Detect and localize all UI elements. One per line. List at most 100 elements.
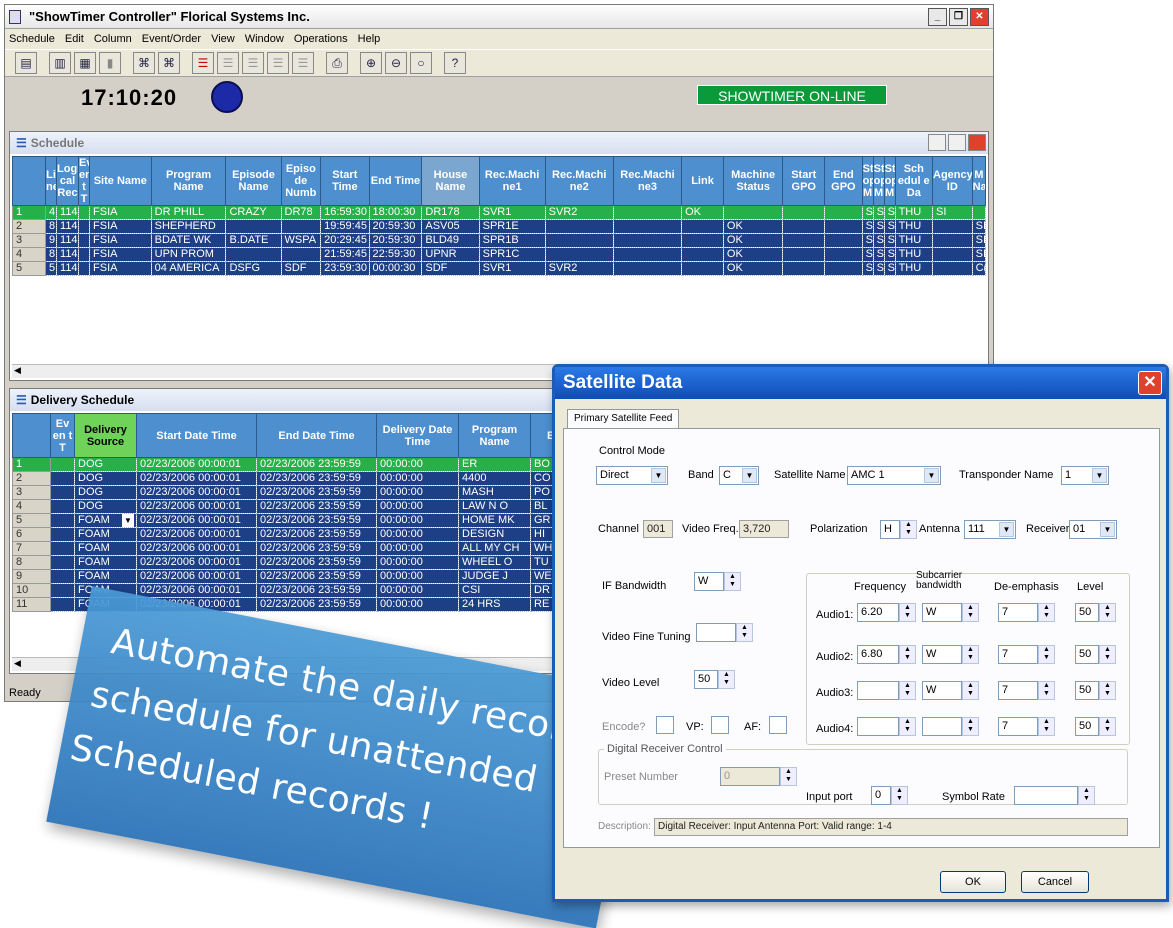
af-checkbox[interactable]	[769, 716, 787, 734]
cell-end-gpo[interactable]	[824, 219, 863, 234]
row-number[interactable]: 2	[11, 219, 47, 234]
col-header-line[interactable]: Li ne	[45, 156, 58, 206]
audio2-level-spinner[interactable]: ▲ ▼	[1099, 645, 1116, 664]
cell-end-gpo[interactable]	[824, 233, 863, 248]
ok-button[interactable]: OK	[940, 871, 1006, 893]
col-header-house-name[interactable]: House Name	[421, 156, 480, 206]
audio1-level-spinner[interactable]: ▲ ▼	[1099, 603, 1116, 622]
cell-start-date-time[interactable]: 02/23/2006 00:00:01	[136, 569, 257, 584]
cell-episode-number[interactable]: SDF	[280, 261, 322, 276]
cell-machine-status[interactable]	[722, 205, 784, 220]
cell-rec-machine3[interactable]	[612, 261, 683, 276]
cell-start-date-time[interactable]: 02/23/2006 00:00:01	[136, 513, 257, 528]
audio1-deemphasis-spinner[interactable]: ▲ ▼	[1038, 603, 1055, 622]
cell-start-date-time[interactable]: 02/23/2006 00:00:01	[136, 485, 257, 500]
cell-episode-name[interactable]	[225, 219, 282, 234]
cell-event-type[interactable]	[50, 513, 75, 528]
cell-event-type[interactable]	[78, 219, 91, 234]
cell-episode-name[interactable]: DSFG	[225, 261, 282, 276]
audio1-bandwidth-spinner[interactable]: ▲ ▼	[962, 603, 979, 622]
cell-event-type[interactable]	[78, 205, 91, 220]
open-icon[interactable]: ▤	[15, 52, 37, 74]
cell-delivery-source[interactable]: FOAM ▼	[74, 513, 137, 528]
cell-line[interactable]: 4	[45, 205, 58, 220]
cell-rec-machine3[interactable]	[612, 219, 683, 234]
audio4-frequency-spinner[interactable]: ▲ ▼	[899, 717, 916, 736]
receiver-select[interactable]: 01 ▼	[1069, 520, 1117, 539]
cell-logical-rec[interactable]: 114	[56, 233, 80, 248]
cell-m-name[interactable]: SI	[971, 219, 987, 234]
audio3-bandwidth-spinner[interactable]: ▲ ▼	[962, 681, 979, 700]
cell-episode-name[interactable]	[225, 247, 282, 262]
input-port-field[interactable]: 0	[871, 786, 891, 805]
cell-rec-machine1[interactable]: SVR1	[478, 205, 546, 220]
cell-episode-number[interactable]: DR78	[280, 205, 322, 220]
cell-stop-m3[interactable]: S	[883, 247, 896, 262]
cell-stop-m2[interactable]: S	[872, 247, 885, 262]
audio1-deemphasis[interactable]: 7	[998, 603, 1038, 622]
cell-link[interactable]: OK	[681, 205, 724, 220]
cell-delivery-date-time[interactable]: 00:00:00	[376, 527, 459, 542]
cell-end-date-time[interactable]: 02/23/2006 23:59:59	[256, 597, 377, 612]
cell-end-date-time[interactable]: 02/23/2006 23:59:59	[256, 513, 377, 528]
audio3-level[interactable]: 50	[1075, 681, 1099, 700]
cell-site-name[interactable]: FSIA	[89, 233, 152, 248]
cell-line[interactable]: 9	[45, 233, 58, 248]
cell-end-time[interactable]: 00:00:30	[368, 261, 423, 276]
polarization-spinner[interactable]: ▲ ▼	[900, 520, 917, 539]
cell-event-type[interactable]	[78, 247, 91, 262]
col-header-link[interactable]: Link	[681, 156, 724, 206]
cell-house-name[interactable]: ASV05	[421, 219, 480, 234]
cell-stop-m3[interactable]: S	[883, 205, 896, 220]
cell-site-name[interactable]: FSIA	[89, 261, 152, 276]
audio4-level-spinner[interactable]: ▲ ▼	[1099, 717, 1116, 736]
cell-stop-m1[interactable]: S	[861, 233, 874, 248]
cell-delivery-source[interactable]: FOAM	[74, 541, 137, 556]
menu-help[interactable]: Help	[358, 33, 381, 45]
col-header-m-name[interactable]: M Na	[971, 156, 987, 206]
video-level-field[interactable]: 50	[694, 670, 718, 689]
cell-episode-number[interactable]	[280, 247, 322, 262]
cell-agency-id[interactable]	[932, 247, 973, 262]
cell-program-name[interactable]: WHEEL O	[458, 555, 531, 570]
cell-end-gpo[interactable]	[824, 247, 863, 262]
edit-row-icon[interactable]: ☰	[217, 52, 239, 74]
cell-machine-status[interactable]: OK	[722, 247, 784, 262]
table-row[interactable]: 1 4 114 FSIA DR PHILL CRAZY DR78 16:59:30 18:00:…	[11, 205, 987, 220]
cell-rec-machine1[interactable]: SPR1C	[478, 247, 546, 262]
cell-rec-machine1[interactable]: SVR1	[478, 261, 546, 276]
col-header-rec-machine1[interactable]: Rec.Machi ne1	[478, 156, 546, 206]
cell-m-name[interactable]: SI	[971, 233, 987, 248]
menu-window[interactable]: Window	[245, 33, 284, 45]
zoom-in-icon[interactable]: ⊕	[360, 52, 382, 74]
cell-m-name[interactable]	[971, 205, 987, 220]
audio2-level[interactable]: 50	[1075, 645, 1099, 664]
symbol-rate-field[interactable]	[1014, 786, 1078, 805]
menu-column[interactable]: Column	[94, 33, 132, 45]
cell-m-name[interactable]: C(	[971, 261, 987, 276]
cell-stop-m3[interactable]: S	[883, 233, 896, 248]
cell-episode-name[interactable]: B.DATE	[225, 233, 282, 248]
row-number[interactable]: 1	[12, 457, 51, 472]
col-header-delivery-date-time[interactable]: Delivery Date Time	[376, 413, 459, 458]
print-icon[interactable]: ⎙	[326, 52, 348, 74]
table-row[interactable]: 2 DOG 02/23/2006 00:00:01 02/23/2006 23:59:…	[12, 471, 589, 486]
cell-site-name[interactable]: FSIA	[89, 219, 152, 234]
insert-row-icon[interactable]: ☰	[192, 52, 214, 74]
cell-event-type[interactable]	[50, 583, 75, 598]
cell-stop-m1[interactable]: S	[861, 219, 874, 234]
audio1-frequency[interactable]: 6.20	[857, 603, 899, 622]
cell-link[interactable]	[681, 261, 724, 276]
cell-house-name[interactable]: DR178	[421, 205, 480, 220]
close-button[interactable]: ✕	[970, 8, 989, 26]
cell-rec-machine3[interactable]	[612, 247, 683, 262]
cell-delivery-date-time[interactable]: 00:00:00	[376, 555, 459, 570]
cell-delivery-date-time[interactable]: 00:00:00	[376, 597, 459, 612]
cell-schedule-day[interactable]: THU	[894, 233, 934, 248]
cell-delivery-source[interactable]: FOAM	[74, 527, 137, 542]
cell-logical-rec[interactable]: 114	[56, 205, 80, 220]
cell-program-name[interactable]: 24 HRS	[458, 597, 531, 612]
cell-stop-m2[interactable]: S	[872, 205, 885, 220]
row-number[interactable]: 3	[11, 233, 47, 248]
cell-site-name[interactable]: FSIA	[89, 205, 152, 220]
